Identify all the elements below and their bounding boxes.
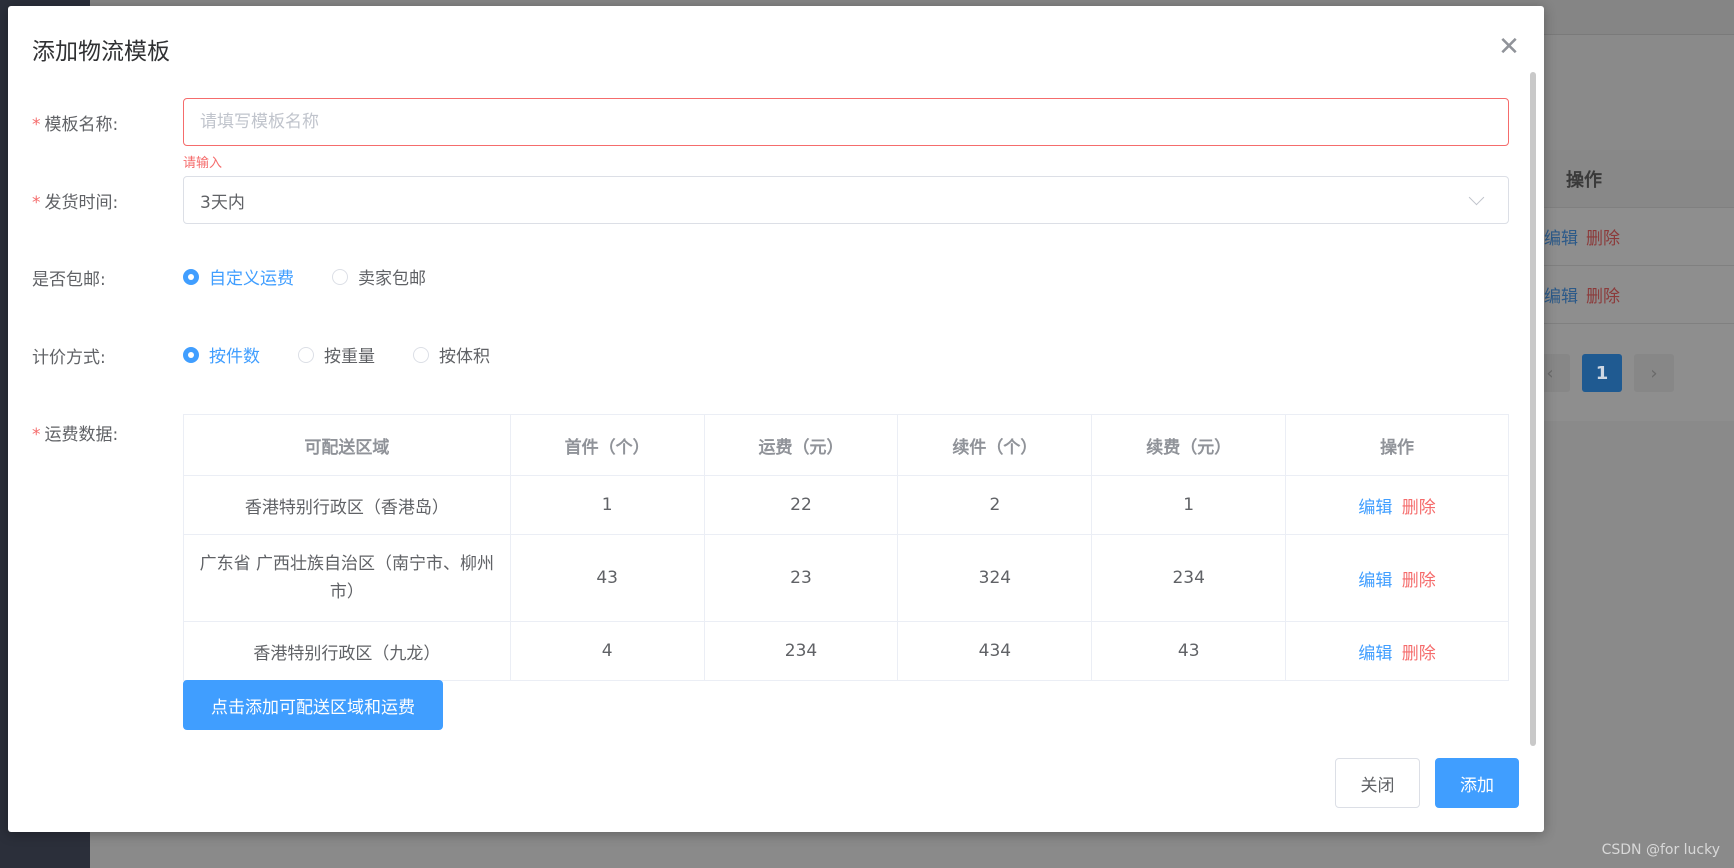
cell-fee: 23	[703, 534, 899, 622]
required-mark: *	[32, 425, 41, 445]
bg-pager-next[interactable]: ›	[1634, 354, 1674, 392]
cell-region: 广东省 广西壮族自治区（南宁市、柳州市）	[183, 534, 511, 622]
edit-link[interactable]: 编辑	[1358, 644, 1392, 664]
delete-link[interactable]: 删除	[1402, 571, 1436, 591]
radio-seller-free[interactable]: 卖家包邮	[332, 264, 426, 289]
pricing-label: 计价方式:	[32, 348, 106, 368]
watermark: CSDN @for lucky	[1601, 842, 1720, 858]
cell-fee: 234	[703, 621, 899, 681]
fee-table-header: 可配送区域 首件（个） 运费（元） 续件（个） 续费（元） 操作	[183, 414, 1509, 476]
ship-time-select[interactable]: 3天内	[183, 176, 1509, 224]
close-icon[interactable]: ✕	[1494, 32, 1524, 62]
chevron-down-icon	[1468, 189, 1485, 205]
ship-time-label: * 发货时间:	[32, 188, 118, 213]
delete-link[interactable]: 删除	[1402, 498, 1436, 518]
cell-extra: 434	[897, 621, 1093, 681]
radio-by-volume[interactable]: 按体积	[413, 342, 490, 367]
radio-by-piece[interactable]: 按件数	[183, 342, 260, 367]
bg-delete-link[interactable]: 删除	[1586, 282, 1620, 307]
bg-pager-current[interactable]: 1	[1582, 354, 1622, 392]
radio-unchecked-icon	[332, 268, 348, 285]
cell-extra: 324	[897, 534, 1093, 622]
bg-edit-link[interactable]: 编辑	[1544, 224, 1578, 249]
dialog-title: 添加物流模板	[32, 39, 170, 65]
cell-extra-fee: 43	[1091, 621, 1287, 681]
ship-time-label-text: 发货时间:	[44, 193, 119, 213]
cell-extra-fee: 1	[1091, 475, 1287, 535]
edit-link[interactable]: 编辑	[1358, 498, 1392, 518]
col-header-first: 首件（个）	[509, 414, 705, 476]
delete-link[interactable]: 删除	[1402, 644, 1436, 664]
close-button[interactable]: 关闭	[1335, 758, 1420, 808]
col-header-extra: 续件（个）	[897, 414, 1093, 476]
radio-unchecked-icon	[413, 346, 429, 363]
table-row: 香港特别行政区（九龙） 4 234 434 43 编辑 删除	[183, 621, 1509, 681]
add-button[interactable]: 添加	[1435, 758, 1519, 808]
cell-first: 1	[509, 475, 705, 535]
radio-by-weight[interactable]: 按重量	[298, 342, 375, 367]
add-region-button[interactable]: 点击添加可配送区域和运费	[183, 680, 443, 730]
fee-data-label-text: 运费数据:	[44, 425, 119, 445]
bg-pagination: ‹ 1 ›	[1530, 354, 1674, 392]
radio-checked-icon	[183, 346, 199, 363]
bg-edit-link[interactable]: 编辑	[1544, 282, 1578, 307]
template-name-error: 请输入	[183, 156, 223, 171]
cell-ops: 编辑 删除	[1285, 475, 1509, 535]
bg-delete-link[interactable]: 删除	[1586, 224, 1620, 249]
radio-label: 按体积	[439, 347, 490, 367]
cell-first: 43	[509, 534, 705, 622]
radio-checked-icon	[183, 268, 199, 285]
ship-time-selected: 3天内	[200, 192, 245, 213]
template-name-label: * 模板名称:	[32, 110, 118, 135]
pricing-radio-group: 按件数 按重量 按体积	[183, 342, 528, 367]
cell-region: 香港特别行政区（香港岛）	[183, 475, 511, 535]
fee-table: 可配送区域 首件（个） 运费（元） 续件（个） 续费（元） 操作 香港特别行政区…	[183, 414, 1509, 681]
cell-region: 香港特别行政区（九龙）	[183, 621, 511, 681]
table-row: 香港特别行政区（香港岛） 1 22 2 1 编辑 删除	[183, 475, 1509, 535]
required-mark: *	[32, 115, 41, 135]
radio-label: 按重量	[324, 347, 375, 367]
template-name-label-text: 模板名称:	[44, 115, 119, 135]
col-header-ops: 操作	[1285, 414, 1509, 476]
bg-table-row: 编辑 删除	[1530, 266, 1734, 324]
radio-label: 卖家包邮	[358, 269, 426, 289]
col-header-extra-fee: 续费（元）	[1091, 414, 1287, 476]
dialog-scrollbar[interactable]	[1530, 72, 1536, 746]
radio-label: 自定义运费	[209, 269, 294, 289]
radio-custom-fee[interactable]: 自定义运费	[183, 264, 294, 289]
template-name-input[interactable]	[183, 98, 1509, 146]
bg-table-row: 编辑 删除	[1530, 208, 1734, 266]
cell-extra: 2	[897, 475, 1093, 535]
required-mark: *	[32, 193, 41, 213]
cell-ops: 编辑 删除	[1285, 534, 1509, 622]
cell-extra-fee: 234	[1091, 534, 1287, 622]
cell-ops: 编辑 删除	[1285, 621, 1509, 681]
fee-data-label: * 运费数据:	[32, 420, 118, 445]
cell-fee: 22	[703, 475, 899, 535]
table-row: 广东省 广西壮族自治区（南宁市、柳州市） 43 23 324 234 编辑 删除	[183, 534, 1509, 622]
free-shipping-label: 是否包邮:	[32, 270, 106, 290]
radio-label: 按件数	[209, 347, 260, 367]
free-shipping-radio-group: 自定义运费 卖家包邮	[183, 264, 464, 289]
col-header-region: 可配送区域	[183, 414, 511, 476]
add-template-dialog: 添加物流模板 ✕ *模板名称: 请输入 *发货时间: 3天内 是否包邮: 自定义…	[8, 6, 1544, 832]
col-header-fee: 运费（元）	[703, 414, 899, 476]
bg-table-header-ops: 操作	[1530, 150, 1734, 208]
radio-unchecked-icon	[298, 346, 314, 363]
edit-link[interactable]: 编辑	[1358, 571, 1392, 591]
cell-first: 4	[509, 621, 705, 681]
